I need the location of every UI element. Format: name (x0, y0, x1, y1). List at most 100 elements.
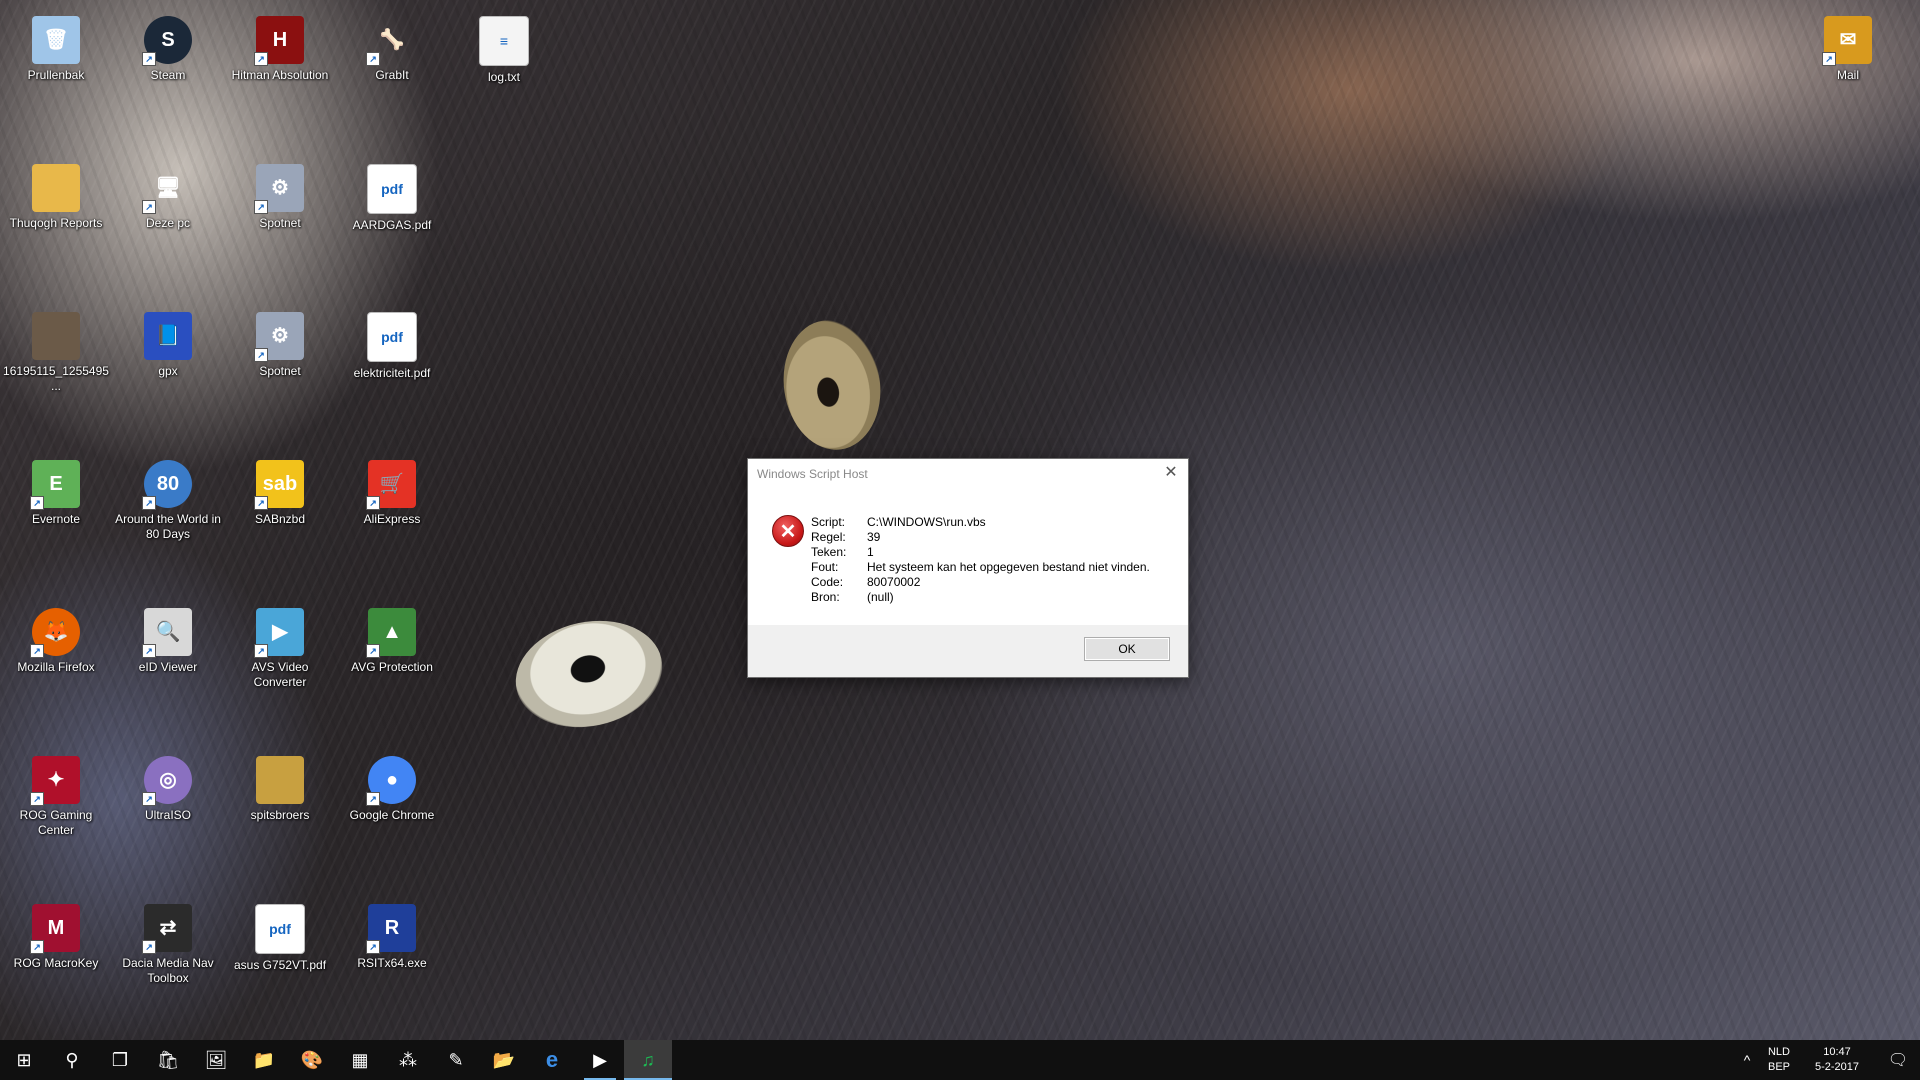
desktop-icon[interactable]: ✉ ↗ Mail (1792, 8, 1904, 83)
shortcut-arrow-icon: ↗ (366, 52, 380, 66)
desktop-icon-label: 16195115_1255495... (3, 364, 109, 393)
detail-key: Code: (811, 575, 844, 589)
taskbar-app-store-icon[interactable]: 🛍 (144, 1040, 192, 1080)
desktop-icon[interactable]: ▶ ↗ AVS Video Converter (224, 600, 336, 690)
desktop-icon[interactable]: 16195115_1255495... (0, 304, 112, 394)
desktop-icon-label: Around the World in 80 Days (115, 512, 221, 541)
detail-value: 80070002 (867, 575, 921, 589)
desktop-icon-image-icon: M ↗ (30, 904, 80, 954)
desktop-icon[interactable]: spitsbroers (224, 748, 336, 823)
shortcut-arrow-icon: ↗ (142, 644, 156, 658)
taskbar-app-edge-icon[interactable]: e (528, 1040, 576, 1080)
taskbar-app-paint-icon[interactable]: 🎨 (288, 1040, 336, 1080)
detail-row-teken: Teken: 1 (811, 545, 1150, 560)
desktop-icon[interactable]: 🗑 Prullenbak (0, 8, 112, 83)
action-center-icon[interactable]: 🗨 (1876, 1050, 1920, 1070)
error-icon: ✕ (772, 515, 804, 547)
desktop-icon-label: Spotnet (259, 216, 301, 230)
desktop-icon-label: Prullenbak (27, 68, 85, 82)
desktop-icon[interactable]: pdf asus G752VT.pdf (224, 896, 336, 973)
desktop-icon[interactable]: ✦ ↗ ROG Gaming Center (0, 748, 112, 838)
task-view-icon[interactable]: ❐ (96, 1040, 144, 1080)
detail-value: 39 (867, 530, 881, 544)
ok-button[interactable]: OK (1084, 637, 1170, 661)
desktop-icon[interactable]: ≡ log.txt (448, 8, 560, 85)
taskbar-app-media-app-icon[interactable]: ▶ (576, 1040, 624, 1080)
desktop-icon-image-icon: R ↗ (366, 904, 416, 954)
shortcut-arrow-icon: ↗ (142, 200, 156, 214)
shortcut-arrow-icon: ↗ (366, 644, 380, 658)
desktop-icon-image-icon: ✦ ↗ (30, 756, 80, 806)
desktop-icon[interactable]: H ↗ Hitman Absolution (224, 8, 336, 83)
taskbar-app-app-grid-icon[interactable]: ⁂ (384, 1040, 432, 1080)
desktop-icon[interactable]: 🔍 ↗ eID Viewer (112, 600, 224, 675)
start-windows-icon[interactable]: ⊞ (0, 1040, 48, 1080)
desktop-icon[interactable]: M ↗ ROG MacroKey (0, 896, 112, 971)
desktop-icon[interactable]: R ↗ RSITx64.exe (336, 896, 448, 971)
desktop-icon[interactable]: 80 ↗ Around the World in 80 Days (112, 452, 224, 542)
taskbar-app-control-panel-icon[interactable]: 🖼 (192, 1040, 240, 1080)
shortcut-arrow-icon: ↗ (366, 940, 380, 954)
desktop-icon-image-icon: ▲ ↗ (366, 608, 416, 658)
desktop-icon[interactable]: 📘 gpx (112, 304, 224, 379)
desktop-icon-image-icon: 80 ↗ (142, 460, 192, 510)
taskbar-app-spotify-icon[interactable]: ♫ (624, 1040, 672, 1080)
desktop-icon[interactable]: ⇄ ↗ Dacia Media Nav Toolbox (112, 896, 224, 986)
detail-row-bron: Bron: (null) (811, 590, 1150, 605)
desktop-icon-image-icon: 🗑 (32, 16, 80, 64)
taskbar-app-file-explorer-icon[interactable]: 📁 (240, 1040, 288, 1080)
desktop-icon[interactable]: ⚙ ↗ Spotnet (224, 304, 336, 379)
taskbar-app-photo-editor-icon[interactable]: ✎ (432, 1040, 480, 1080)
desktop-icon-image-icon: 🛒 ↗ (366, 460, 416, 510)
desktop-icon-image-icon: 📘 (144, 312, 192, 360)
shortcut-arrow-icon: ↗ (142, 792, 156, 806)
language-code: NLD (1767, 1046, 1790, 1058)
desktop-icon-label: Hitman Absolution (231, 68, 329, 82)
desktop-icon[interactable]: pdf elektriciteit.pdf (336, 304, 448, 381)
desktop-icon[interactable]: 🦴 ↗ GrabIt (336, 8, 448, 83)
detail-value: C:\WINDOWS\run.vbs (867, 515, 986, 529)
desktop-icon[interactable]: 🛒 ↗ AliExpress (336, 452, 448, 527)
detail-value: (null) (867, 590, 894, 604)
desktop-icon-label: gpx (158, 364, 178, 378)
desktop-icon-image-icon (256, 756, 304, 804)
desktop-icon[interactable]: 🖥 ↗ Deze pc (112, 156, 224, 231)
desktop-icon-label: asus G752VT.pdf (233, 958, 327, 972)
show-hidden-icons-chevron-icon[interactable]: ^ (1734, 1052, 1760, 1068)
desktop-icon[interactable]: ▲ ↗ AVG Protection (336, 600, 448, 675)
detail-row-fout: Fout: Het systeem kan het opgegeven best… (811, 560, 1150, 575)
desktop-icon-label: SABnzbd (254, 512, 306, 526)
desktop-icon-image-icon: E ↗ (30, 460, 80, 510)
desktop-icon[interactable]: S ↗ Steam (112, 8, 224, 83)
desktop-icon[interactable]: E ↗ Evernote (0, 452, 112, 527)
detail-key: Teken: (811, 545, 847, 559)
detail-key: Bron: (811, 590, 840, 604)
input-language-indicator[interactable]: NLD BEP (1760, 1045, 1798, 1075)
desktop-icon[interactable]: ● ↗ Google Chrome (336, 748, 448, 823)
desktop-icon[interactable]: ◎ ↗ UltraISO (112, 748, 224, 823)
close-icon[interactable]: ✕ (1154, 459, 1188, 487)
desktop-icon[interactable]: pdf AARDGAS.pdf (336, 156, 448, 233)
shortcut-arrow-icon: ↗ (366, 496, 380, 510)
clock[interactable]: 10:47 5-2-2017 (1798, 1045, 1876, 1075)
shortcut-arrow-icon: ↗ (142, 52, 156, 66)
script-host-dialog: Windows Script Host ✕ ✕ Script: C:\WINDO… (747, 458, 1189, 678)
detail-key: Fout: (811, 560, 839, 574)
desktop-icon-label: Mail (1836, 68, 1859, 82)
shortcut-arrow-icon: ↗ (254, 644, 268, 658)
shortcut-arrow-icon: ↗ (254, 52, 268, 66)
desktop-icon-image-icon: 🦴 ↗ (366, 16, 416, 66)
shortcut-arrow-icon: ↗ (254, 200, 268, 214)
taskbar-app-mail-folder-icon[interactable]: 📂 (480, 1040, 528, 1080)
detail-key: Regel: (811, 530, 846, 544)
desktop-icon[interactable]: ⚙ ↗ Spotnet (224, 156, 336, 231)
search-icon[interactable]: ⚲ (48, 1040, 96, 1080)
dialog-message: Script: C:\WINDOWS\run.vbs Regel: 39 Tek… (811, 515, 1150, 605)
detail-row-regel: Regel: 39 (811, 530, 1150, 545)
detail-row-code: Code: 80070002 (811, 575, 1150, 590)
taskbar-app-calculator-icon[interactable]: ▦ (336, 1040, 384, 1080)
desktop-icon[interactable]: 🦊 ↗ Mozilla Firefox (0, 600, 112, 675)
desktop-icon-label: eID Viewer (138, 660, 198, 674)
desktop-icon[interactable]: sab ↗ SABnzbd (224, 452, 336, 527)
desktop-icon[interactable]: Thuqogh Reports (0, 156, 112, 231)
